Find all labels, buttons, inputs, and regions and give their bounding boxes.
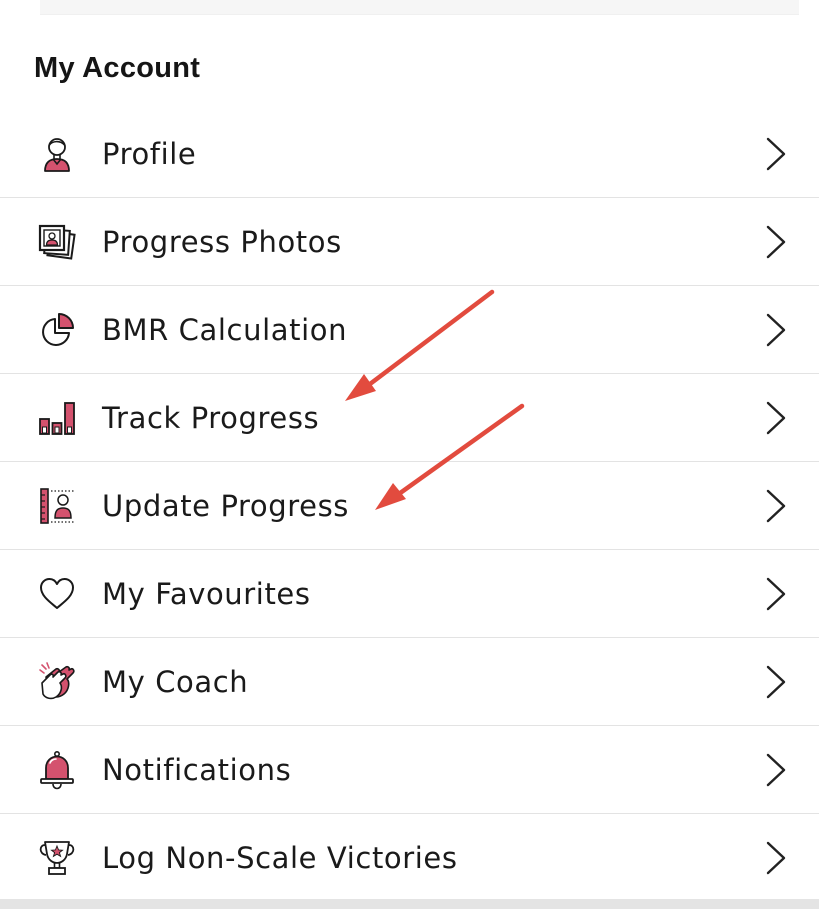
chevron-right-icon [765,752,787,788]
menu-item-update-progress[interactable]: Update Progress [0,462,819,550]
menu-item-label: Profile [102,136,197,171]
bottom-bar [0,899,819,909]
menu-item-label: My Favourites [102,576,311,611]
bar-chart-icon [36,397,78,439]
photos-icon [36,221,78,263]
chevron-right-icon [765,400,787,436]
menu-item-label: Notifications [102,752,292,787]
menu-item-label: Track Progress [102,400,320,435]
menu-item-bmr-calculation[interactable]: BMR Calculation [0,286,819,374]
menu-item-label: My Coach [102,664,249,699]
account-menu-list: Profile Progress Photos BMR Calculation … [0,110,819,902]
profile-icon [36,133,78,175]
heart-icon [36,573,78,615]
chevron-right-icon [765,312,787,348]
chevron-right-icon [765,224,787,260]
top-strip [40,0,799,15]
chevron-right-icon [765,840,787,876]
chevron-right-icon [765,136,787,172]
menu-item-label: BMR Calculation [102,312,348,347]
menu-item-label: Update Progress [102,488,350,523]
menu-item-my-favourites[interactable]: My Favourites [0,550,819,638]
trophy-icon [36,837,78,879]
measure-icon [36,485,78,527]
menu-item-progress-photos[interactable]: Progress Photos [0,198,819,286]
menu-item-label: Progress Photos [102,224,342,259]
pie-chart-icon [36,309,78,351]
menu-item-profile[interactable]: Profile [0,110,819,198]
menu-item-my-coach[interactable]: My Coach [0,638,819,726]
clapping-hands-icon [36,661,78,703]
menu-item-track-progress[interactable]: Track Progress [0,374,819,462]
chevron-right-icon [765,664,787,700]
menu-item-notifications[interactable]: Notifications [0,726,819,814]
menu-item-log-non-scale-victories[interactable]: Log Non-Scale Victories [0,814,819,902]
section-title: My Account [34,52,201,84]
chevron-right-icon [765,576,787,612]
menu-item-label: Log Non-Scale Victories [102,841,458,875]
chevron-right-icon [765,488,787,524]
bell-icon [36,749,78,791]
